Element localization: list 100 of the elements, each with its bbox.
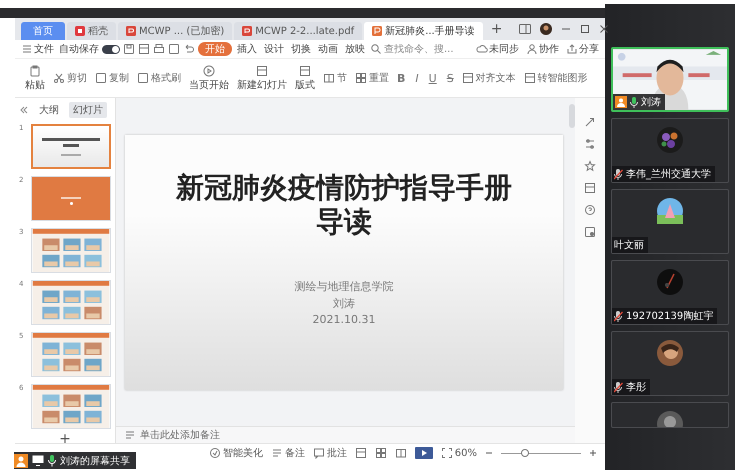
grid-icon [355,72,367,84]
status-button[interactable]: 批注 [312,446,347,460]
ribbon-button[interactable]: 新建幻灯片 [235,64,289,92]
ribbon-tab[interactable]: 插入 [235,42,259,56]
document-tab[interactable]: MCWP 2-2...late.pdf [234,22,362,40]
slide-title: 新冠肺炎疫情防护指导手册导读 [174,170,514,238]
ribbon-tab[interactable]: 切换 [289,42,313,56]
maximize-icon[interactable] [580,24,590,34]
participant-name: 叶文丽 [614,238,644,252]
autosave-toggle[interactable] [102,44,120,54]
format-button[interactable]: B [395,72,408,84]
format-button[interactable]: S [444,72,456,84]
format-button[interactable]: I [413,72,421,84]
ribbon-button[interactable]: 粘贴 [23,64,47,92]
arrow-icon[interactable] [584,116,596,128]
document-tab[interactable]: 稻壳 [67,22,116,40]
ribbon-tab[interactable]: 动画 [316,42,340,56]
status-button[interactable]: 备注 [270,446,305,460]
ribbon-button[interactable]: 复制 [93,70,131,86]
ribbon-button[interactable]: 节 [321,70,349,86]
layout-icon [524,72,536,84]
menu-icon [21,43,33,55]
help-icon[interactable] [584,204,596,216]
pdf-icon [242,26,252,36]
slides-file-icon [372,26,382,36]
layout-icon[interactable] [138,43,150,55]
square-icon[interactable] [168,43,180,55]
format-button[interactable]: U [426,72,439,84]
close-icon[interactable] [599,24,610,34]
participant-tile[interactable]: 刘涛 [611,47,729,112]
share-label: 刘涛的屏幕共享 [60,454,130,468]
autosave-label: 自动保存 [59,43,99,56]
participant-tile[interactable]: 叶文丽 [611,189,729,254]
toolbar-button[interactable]: 分享 [564,42,601,56]
add-slide-button[interactable]: + [59,431,71,447]
new-tab-button[interactable]: + [484,21,508,37]
zoom-in-icon[interactable] [589,449,597,457]
file-menu[interactable]: 文件 [19,42,56,56]
slide-thumbnail[interactable] [31,124,111,169]
ribbon-button[interactable]: 转智能图形 [522,70,590,86]
notes-field[interactable]: 单击此处添加备注 [116,426,575,443]
sliders-icon[interactable] [584,138,596,150]
shell-icon [75,26,85,36]
layout-icon [256,64,268,76]
slide-subtitle: 测绘与地理信息学院 [294,278,394,294]
play-icon[interactable] [414,447,433,459]
pane-tab[interactable]: 大纲 [35,102,63,118]
participant-tile[interactable] [611,402,729,428]
share-icon [566,43,578,55]
document-tab[interactable]: MCWP ... (已加密) [118,22,232,40]
status-button[interactable]: 智能美化 [208,446,263,460]
undo-icon[interactable] [183,43,195,55]
lines-icon [270,447,283,459]
toolbar-button[interactable]: 协作 [524,42,561,56]
layout-icon[interactable] [584,182,596,194]
zoom-slider-thumb[interactable] [521,448,529,456]
person-icon [14,454,28,468]
check-circle-icon [208,447,221,459]
layout-icon[interactable] [354,447,367,459]
document-tab[interactable]: 新冠肺炎...手册导读 [364,22,483,40]
pane-tab[interactable]: 幻灯片 [69,102,107,118]
ribbon-button[interactable]: 重置 [353,70,391,86]
scroll-thumb[interactable] [569,104,576,128]
avatar-icon[interactable] [540,23,552,35]
ribbon-button[interactable]: 格式刷 [135,70,183,86]
toolbar-button[interactable]: 未同步 [474,42,521,56]
participant-name: 李彤 [626,380,646,394]
book-icon [323,72,335,84]
star-icon[interactable] [584,160,596,172]
grid-icon[interactable] [374,447,387,459]
save-icon[interactable] [123,43,135,55]
scissors-icon [53,72,65,84]
zoom-button[interactable]: 60% [440,447,477,459]
search-icon [370,43,382,55]
search-field[interactable]: 查找命令、搜... [370,42,462,56]
layout-icon [299,64,311,76]
person-icon [526,43,538,55]
square-icon [95,72,107,84]
printer-icon[interactable] [153,43,165,55]
ribbon-tab[interactable]: 放映 [343,42,367,56]
lines-icon [124,429,136,441]
participant-tile[interactable]: 李伟_兰州交通大学 [611,118,729,183]
clipboard-icon [29,64,41,76]
ribbon-button[interactable]: 剪切 [51,70,89,86]
participant-name: 刘涛 [641,96,661,109]
participant-tile[interactable]: 李彤 [611,331,729,396]
ribbon-button[interactable]: 对齐文本 [460,70,518,86]
square-icon [137,72,149,84]
comment-icon [312,447,325,459]
window-layout-icon[interactable] [519,24,532,34]
microphone-icon [48,454,56,466]
ribbon-button[interactable]: 当页开始 [187,64,231,92]
ribbon-tab[interactable]: 设计 [262,42,286,56]
collapse-icon[interactable] [19,105,29,115]
participant-tile[interactable]: 192702139陶虹宇 [611,260,729,325]
screen-icon [32,455,44,466]
participant-name: 李伟_兰州交通大学 [626,168,711,181]
fit-screen-icon [440,447,453,459]
ribbon-button[interactable]: 版式 [293,64,317,92]
book-icon[interactable] [394,447,407,459]
